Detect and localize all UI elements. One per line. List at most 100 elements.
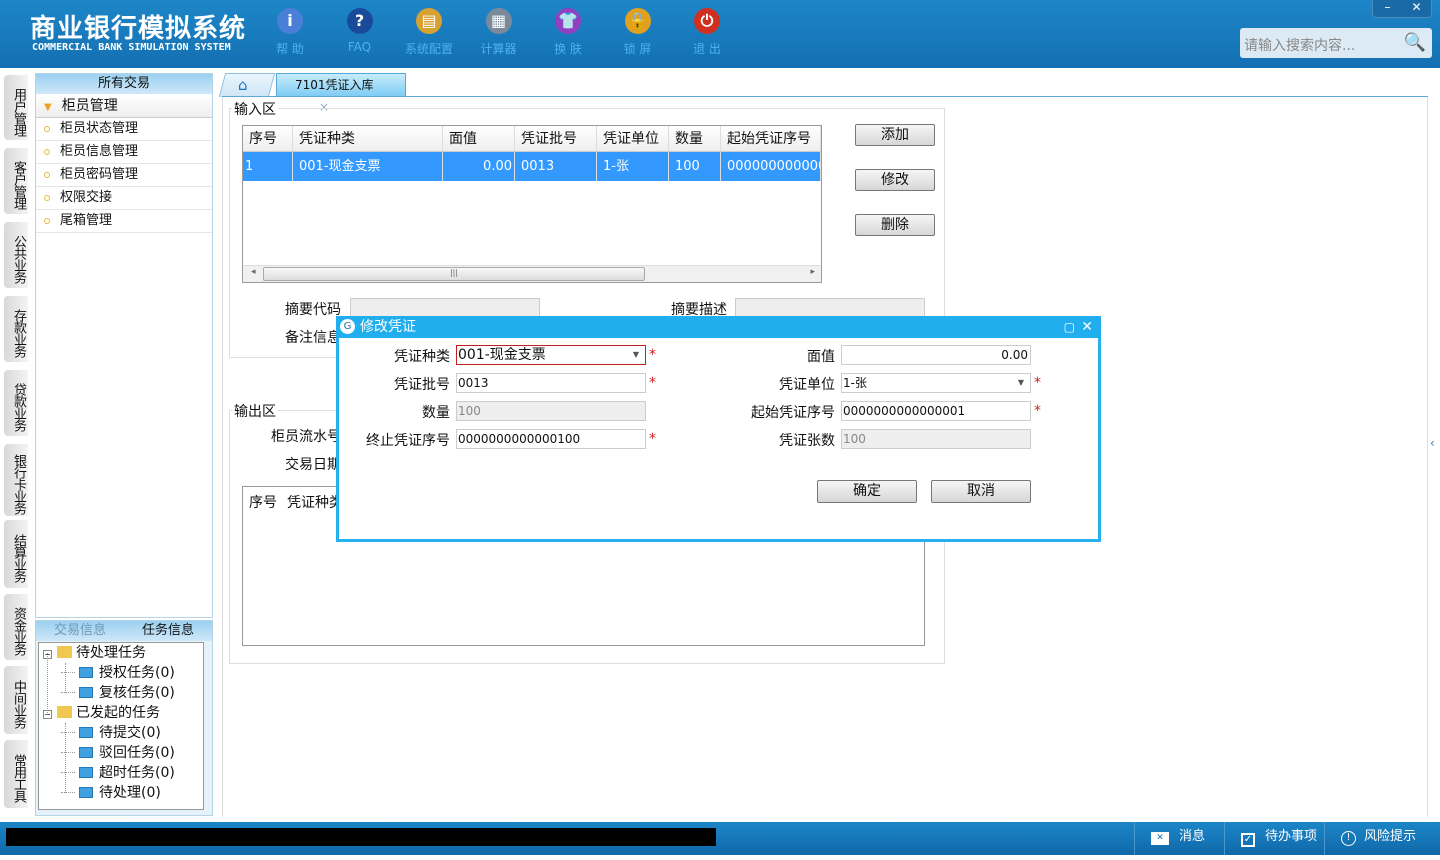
- tree-node[interactable]: 授权任务(0): [61, 663, 175, 683]
- folder-icon: [79, 747, 93, 758]
- tree-node-label: 超时任务(0): [99, 765, 175, 781]
- sidebar-item[interactable]: 柜员状态管理: [36, 118, 212, 141]
- tab-task-info[interactable]: 任务信息: [124, 621, 212, 641]
- count-input[interactable]: 100: [841, 429, 1031, 449]
- sidebar: 所有交易 ▼ 柜员管理 柜员状态管理 柜员信息管理柜员密码管理权限交接尾箱管理: [35, 73, 213, 618]
- maximize-icon[interactable]: ▢: [1064, 316, 1075, 338]
- column-header[interactable]: 数量: [669, 126, 721, 151]
- summary-code-input[interactable]: [350, 298, 540, 318]
- toolbar-toolbox-button[interactable]: ▤ 系统配置: [399, 8, 459, 57]
- end-input[interactable]: 0000000000000100: [456, 429, 646, 449]
- tab-transaction-info[interactable]: 交易信息: [36, 621, 124, 641]
- todo-label: 待办事项: [1265, 829, 1318, 844]
- vtab-1[interactable]: 客户管理: [4, 148, 28, 214]
- collapse-icon[interactable]: −: [43, 710, 52, 719]
- summary-desc-input[interactable]: [735, 298, 925, 318]
- expand-panel-icon[interactable]: ‹: [1430, 436, 1435, 450]
- search-placeholder: 请输入搜索内容...: [1244, 38, 1356, 54]
- close-button[interactable]: ✕: [1402, 0, 1431, 17]
- sidebar-item[interactable]: 柜员信息管理: [36, 141, 212, 164]
- speech-alert-icon: !: [1341, 831, 1356, 846]
- dialog-close-icon[interactable]: ✕: [1081, 316, 1093, 338]
- tree-node-label: 待处理任务: [76, 645, 146, 661]
- vtab-3[interactable]: 存款业务: [4, 296, 28, 362]
- delete-button[interactable]: 删除: [855, 214, 935, 236]
- batch-input[interactable]: 0013: [456, 373, 646, 393]
- add-button[interactable]: 添加: [855, 124, 935, 146]
- type-select[interactable]: 001-现金支票 ▼: [456, 345, 646, 365]
- risk-button[interactable]: ! 风险提示: [1324, 822, 1440, 855]
- toolbar-label: 换 肤: [554, 42, 582, 56]
- required-marker: *: [1034, 403, 1041, 419]
- vtab-6[interactable]: 结算业务: [4, 520, 28, 588]
- home-icon[interactable]: ⌂: [238, 76, 248, 94]
- vtab-4[interactable]: 贷款业务: [4, 370, 28, 436]
- toolbar-shirt-button[interactable]: 👕 换 肤: [538, 8, 598, 57]
- tree-node[interactable]: 复核任务(0): [61, 683, 175, 703]
- todo-button[interactable]: ✓ 待办事项: [1224, 822, 1324, 855]
- collapse-icon[interactable]: −: [43, 650, 52, 659]
- scroll-left-icon[interactable]: ◂: [251, 267, 256, 277]
- vtab-2[interactable]: 公共业务: [4, 222, 28, 288]
- unit-select[interactable]: 1-张 ▼: [841, 373, 1031, 393]
- input-area-legend: 输入区: [232, 99, 278, 119]
- table-row[interactable]: 1001-现金支票0.0000131-张1000000000000000001: [243, 152, 821, 181]
- qty-input[interactable]: 100: [456, 401, 646, 421]
- column-header[interactable]: 序号: [243, 126, 293, 151]
- sidebar-item[interactable]: 权限交接: [36, 187, 212, 210]
- column-header[interactable]: 起始凭证序号: [721, 126, 821, 151]
- toolbar-lock-button[interactable]: 🔒 锁 屏: [608, 8, 668, 57]
- scroll-right-icon[interactable]: ▸: [810, 267, 815, 277]
- toolbar-question-button[interactable]: ? FAQ: [330, 8, 390, 54]
- tree-node[interactable]: − 已发起的任务: [43, 703, 160, 723]
- power-icon: ⏻: [694, 8, 720, 34]
- toolbar-info-button[interactable]: i 帮 助: [260, 8, 320, 57]
- face-input[interactable]: 0.00: [841, 345, 1031, 365]
- tree-node[interactable]: 超时任务(0): [61, 763, 175, 783]
- required-marker: *: [649, 375, 656, 391]
- sidebar-group-teller[interactable]: ▼ 柜员管理: [36, 94, 212, 118]
- horizontal-scrollbar[interactable]: ◂ ||| ▸: [243, 265, 821, 282]
- toolbar-label: 系统配置: [404, 42, 453, 56]
- vtab-0[interactable]: 用户管理: [4, 75, 28, 140]
- vtab-8[interactable]: 中间业务: [4, 666, 28, 734]
- start-input[interactable]: 0000000000000001: [841, 401, 1031, 421]
- tree-node[interactable]: 待处理(0): [61, 783, 161, 803]
- tree-node[interactable]: − 待处理任务: [43, 643, 146, 663]
- batch-label: 凭证批号: [394, 377, 450, 393]
- tab-7101[interactable]: 7101凭证入库×: [276, 73, 406, 114]
- column-header: 凭证种类: [287, 495, 343, 511]
- messages-button[interactable]: ✕ 消息: [1134, 822, 1224, 855]
- vtab-7[interactable]: 资金业务: [4, 594, 28, 660]
- sidebar-item-label: 尾箱管理: [60, 213, 113, 228]
- column-header[interactable]: 凭证种类: [293, 126, 443, 151]
- sidebar-header[interactable]: 所有交易: [36, 74, 212, 94]
- toolbar-power-button[interactable]: ⏻ 退 出: [677, 8, 737, 57]
- edit-button[interactable]: 修改: [855, 169, 935, 191]
- dropdown-arrow-icon[interactable]: ▼: [633, 346, 639, 364]
- search-icon[interactable]: 🔍: [1404, 32, 1426, 53]
- sidebar-item[interactable]: 柜员密码管理: [36, 164, 212, 187]
- vtab-5[interactable]: 银行卡业务: [4, 444, 28, 516]
- toolbar-label: 帮 助: [276, 42, 304, 56]
- vtab-9[interactable]: 常用工具: [4, 740, 28, 808]
- sidebar-item[interactable]: 尾箱管理: [36, 210, 212, 233]
- column-header: 序号: [249, 495, 277, 511]
- search-input[interactable]: 请输入搜索内容... 🔍: [1240, 28, 1432, 58]
- confirm-button[interactable]: 确定: [817, 480, 917, 503]
- sidebar-item-label: 柜员密码管理: [60, 167, 139, 182]
- column-header[interactable]: 面值: [443, 126, 515, 151]
- edit-voucher-dialog: G 修改凭证 ▢ ✕ 凭证种类 001-现金支票 ▼ * 凭证批号 0013 * 数量 100 终…: [336, 316, 1101, 542]
- column-header[interactable]: 凭证单位: [597, 126, 669, 151]
- dropdown-arrow-icon[interactable]: ▼: [1018, 374, 1024, 392]
- minimize-button[interactable]: –: [1373, 0, 1402, 17]
- scroll-thumb[interactable]: |||: [263, 267, 645, 281]
- column-header[interactable]: 凭证批号: [515, 126, 597, 151]
- tree-node[interactable]: 待提交(0): [61, 723, 161, 743]
- messages-label: 消息: [1179, 829, 1206, 844]
- face-label: 面值: [807, 349, 835, 365]
- tree-node[interactable]: 驳回任务(0): [61, 743, 175, 763]
- toolbar-calculator-button[interactable]: ▦ 计算器: [469, 8, 529, 57]
- cancel-button[interactable]: 取消: [931, 480, 1031, 503]
- folder-open-icon: [57, 646, 72, 658]
